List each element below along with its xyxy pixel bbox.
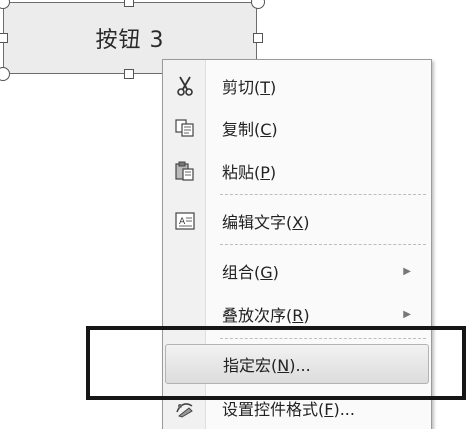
paste-icon bbox=[165, 151, 205, 191]
menu-separator bbox=[220, 244, 426, 245]
menu-item-edit-text[interactable]: A 编辑文字(X) bbox=[165, 201, 429, 241]
annotation-highlight-box bbox=[86, 326, 466, 400]
resize-handle-right[interactable] bbox=[253, 33, 263, 43]
resize-handle-bottom-left[interactable] bbox=[0, 67, 10, 81]
menu-item-cut[interactable]: 剪切(T) bbox=[165, 66, 429, 106]
menu-item-paste[interactable]: 粘贴(P) bbox=[165, 151, 429, 191]
menu-separator bbox=[220, 194, 426, 195]
resize-handle-bottom[interactable] bbox=[124, 69, 134, 79]
resize-handle-left[interactable] bbox=[0, 33, 8, 43]
menu-item-group[interactable]: 组合(G) ▶ bbox=[165, 251, 429, 291]
edit-text-icon: A bbox=[165, 201, 205, 241]
copy-icon bbox=[165, 108, 205, 148]
menu-item-copy[interactable]: 复制(C) bbox=[165, 108, 429, 148]
resize-handle-top-right[interactable] bbox=[251, 0, 265, 9]
form-button-label: 按钮 3 bbox=[95, 28, 165, 53]
scissors-icon bbox=[165, 66, 205, 106]
submenu-arrow-icon: ▶ bbox=[403, 308, 411, 320]
submenu-arrow-icon: ▶ bbox=[403, 265, 411, 277]
resize-handle-top[interactable] bbox=[124, 0, 134, 7]
excel-canvas: 按钮 3 剪切(T) 复制(C) 粘贴(P) A 编辑文字(X) 组合(G) ▶… bbox=[0, 0, 473, 429]
